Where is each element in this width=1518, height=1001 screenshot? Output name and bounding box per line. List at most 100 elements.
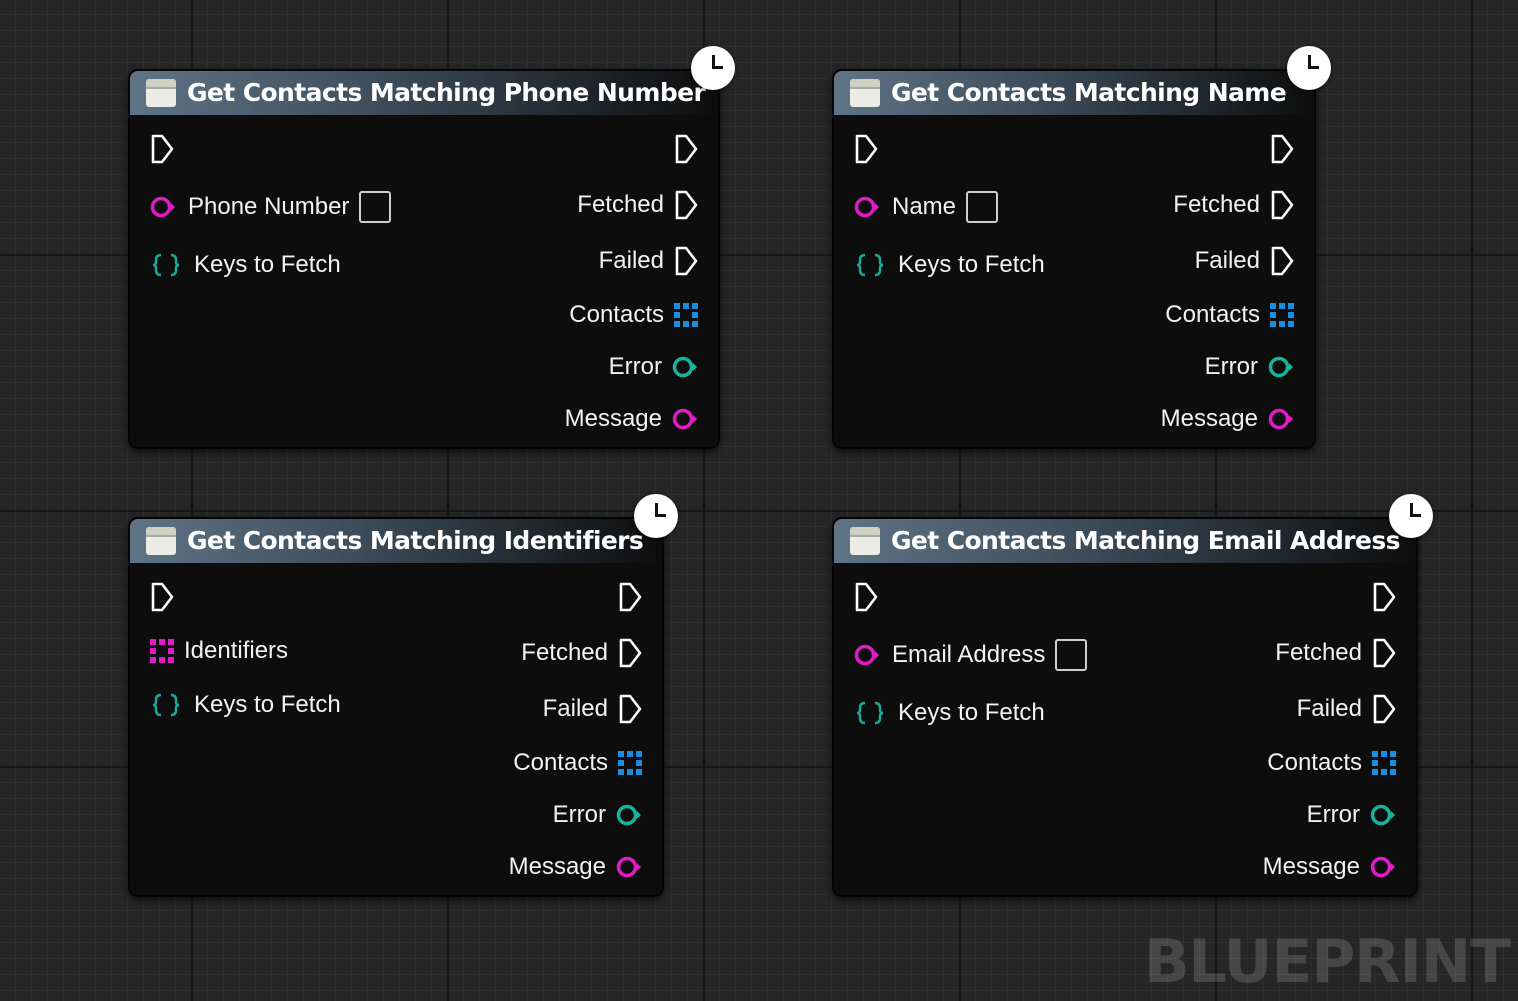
struct-pin-icon bbox=[856, 701, 884, 725]
node-title: Get Contacts Matching Name bbox=[891, 78, 1287, 107]
output-pin-message[interactable]: Message bbox=[509, 852, 642, 882]
output-pin-failed[interactable]: Failed bbox=[1297, 694, 1396, 724]
function-icon bbox=[146, 527, 176, 555]
exec-out-pin[interactable] bbox=[674, 134, 698, 164]
latent-clock-icon bbox=[1389, 494, 1433, 538]
pin-label: Fetched bbox=[1173, 191, 1260, 218]
output-pin-contacts[interactable]: Contacts bbox=[513, 748, 642, 778]
struct-pin-icon bbox=[152, 693, 180, 717]
string-pin-icon bbox=[854, 644, 879, 666]
blueprint-watermark: BLUEPRINT bbox=[1143, 927, 1511, 997]
pin-label: Contacts bbox=[1165, 301, 1260, 328]
input-pin-phone-number[interactable]: Phone Number bbox=[150, 191, 392, 223]
node-header[interactable]: Get Contacts Matching Phone Number bbox=[130, 71, 718, 115]
exec-out-pin[interactable] bbox=[618, 582, 642, 612]
pin-label: Error bbox=[1306, 801, 1360, 828]
exec-pin-icon bbox=[1271, 190, 1294, 220]
input-pin-email-address[interactable]: Email Address bbox=[854, 639, 1088, 671]
latent-clock-icon bbox=[1287, 46, 1331, 90]
output-pin-failed[interactable]: Failed bbox=[1195, 246, 1294, 276]
phone-number-text-box[interactable] bbox=[359, 191, 392, 223]
output-pin-error[interactable]: Error bbox=[553, 800, 642, 830]
exec-in-pin[interactable] bbox=[150, 134, 174, 164]
input-pin-keys-to-fetch[interactable]: Keys to Fetch bbox=[854, 698, 1045, 728]
output-pin-fetched[interactable]: Fetched bbox=[521, 638, 642, 668]
pin-label: Phone Number bbox=[188, 193, 350, 220]
output-pin-fetched[interactable]: Fetched bbox=[1275, 638, 1396, 668]
exec-pin-icon bbox=[675, 134, 698, 164]
node-title: Get Contacts Matching Phone Number bbox=[187, 78, 706, 107]
exec-out-pin[interactable] bbox=[1372, 582, 1396, 612]
exec-pin-icon bbox=[675, 190, 698, 220]
output-pin-error[interactable]: Error bbox=[1307, 800, 1396, 830]
exec-in-pin[interactable] bbox=[854, 582, 878, 612]
pin-label: Message bbox=[564, 405, 662, 432]
exec-pin-icon bbox=[855, 582, 878, 612]
pin-label: Message bbox=[1262, 853, 1360, 880]
input-pin-keys-to-fetch[interactable]: Keys to Fetch bbox=[150, 690, 341, 720]
pin-label: Keys to Fetch bbox=[898, 251, 1045, 278]
latent-clock-icon bbox=[691, 46, 735, 90]
pin-label: Message bbox=[1160, 405, 1258, 432]
string-pin-icon bbox=[1370, 856, 1395, 878]
pin-label: Message bbox=[508, 853, 606, 880]
name-text-box[interactable] bbox=[966, 191, 999, 223]
exec-pin-icon bbox=[1271, 134, 1294, 164]
input-pin-keys-to-fetch[interactable]: Keys to Fetch bbox=[150, 250, 341, 280]
pin-label: Contacts bbox=[569, 301, 664, 328]
output-pin-fetched[interactable]: Fetched bbox=[577, 190, 698, 220]
output-pin-contacts[interactable]: Contacts bbox=[1267, 748, 1396, 778]
output-pin-message[interactable]: Message bbox=[1263, 852, 1396, 882]
exec-in-pin[interactable] bbox=[854, 134, 878, 164]
function-icon bbox=[850, 79, 880, 107]
pin-label: Keys to Fetch bbox=[898, 699, 1045, 726]
input-pin-name[interactable]: Name bbox=[854, 191, 999, 223]
exec-pin-icon bbox=[855, 134, 878, 164]
exec-in-pin[interactable] bbox=[150, 582, 174, 612]
input-pin-identifiers[interactable]: Identifiers bbox=[150, 636, 288, 666]
pin-label: Fetched bbox=[521, 639, 608, 666]
output-pin-contacts[interactable]: Contacts bbox=[1165, 300, 1294, 330]
pin-label: Fetched bbox=[577, 191, 664, 218]
struct-pin-icon bbox=[856, 253, 884, 277]
output-pin-error[interactable]: Error bbox=[609, 352, 698, 382]
email-address-text-box[interactable] bbox=[1055, 639, 1088, 671]
output-pin-message[interactable]: Message bbox=[565, 404, 698, 434]
string-pin-icon bbox=[1268, 408, 1293, 430]
node-header[interactable]: Get Contacts Matching Identifiers bbox=[130, 519, 662, 563]
error-pin-icon bbox=[1268, 356, 1293, 378]
node-get-contacts-matching-email-address[interactable]: Get Contacts Matching Email Address Emai… bbox=[832, 517, 1418, 897]
node-get-contacts-matching-phone-number[interactable]: Get Contacts Matching Phone Number Phone… bbox=[128, 69, 720, 449]
pin-label: Error bbox=[1204, 353, 1258, 380]
array-pin-icon bbox=[1372, 751, 1396, 775]
node-header[interactable]: Get Contacts Matching Name bbox=[834, 71, 1314, 115]
pin-label: Keys to Fetch bbox=[194, 251, 341, 278]
node-header[interactable]: Get Contacts Matching Email Address bbox=[834, 519, 1416, 563]
pin-label: Failed bbox=[1194, 247, 1260, 274]
pin-label: Email Address bbox=[892, 641, 1046, 668]
output-pin-message[interactable]: Message bbox=[1161, 404, 1294, 434]
exec-pin-icon bbox=[675, 246, 698, 276]
output-pin-fetched[interactable]: Fetched bbox=[1173, 190, 1294, 220]
error-pin-icon bbox=[1370, 804, 1395, 826]
exec-pin-icon bbox=[1373, 638, 1396, 668]
output-pin-contacts[interactable]: Contacts bbox=[569, 300, 698, 330]
output-pin-error[interactable]: Error bbox=[1205, 352, 1294, 382]
error-pin-icon bbox=[672, 356, 697, 378]
string-pin-icon bbox=[854, 196, 879, 218]
node-get-contacts-matching-identifiers[interactable]: Get Contacts Matching Identifiers Identi… bbox=[128, 517, 664, 897]
input-pin-keys-to-fetch[interactable]: Keys to Fetch bbox=[854, 250, 1045, 280]
string-pin-icon bbox=[150, 196, 175, 218]
exec-pin-icon bbox=[1373, 582, 1396, 612]
exec-pin-icon bbox=[619, 694, 642, 724]
exec-pin-icon bbox=[151, 134, 174, 164]
node-get-contacts-matching-name[interactable]: Get Contacts Matching Name Name Keys to … bbox=[832, 69, 1316, 449]
output-pin-failed[interactable]: Failed bbox=[543, 694, 642, 724]
exec-pin-icon bbox=[619, 582, 642, 612]
output-pin-failed[interactable]: Failed bbox=[599, 246, 698, 276]
node-title: Get Contacts Matching Email Address bbox=[891, 526, 1401, 555]
pin-label: Contacts bbox=[1267, 749, 1362, 776]
error-pin-icon bbox=[616, 804, 641, 826]
array-pin-icon bbox=[674, 303, 698, 327]
exec-out-pin[interactable] bbox=[1270, 134, 1294, 164]
